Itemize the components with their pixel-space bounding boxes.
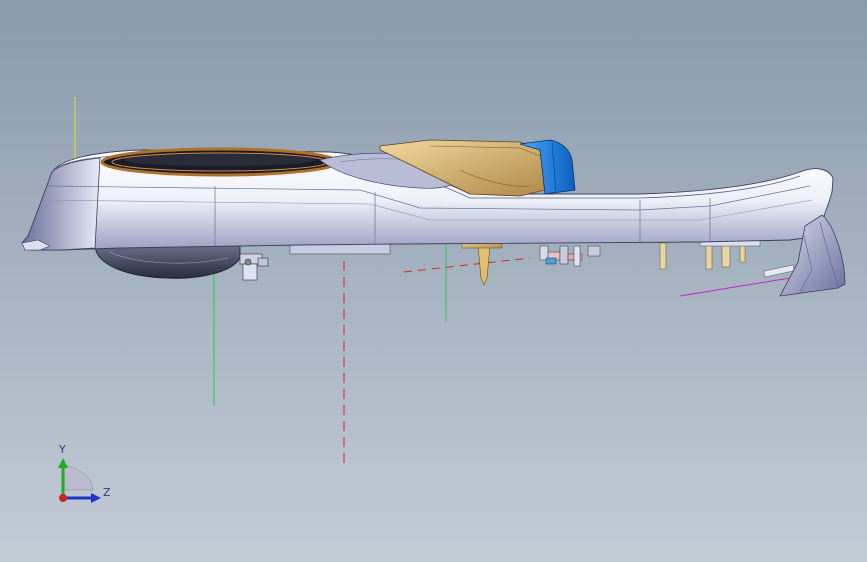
body-left-end xyxy=(21,157,101,251)
triad-y-label: Y xyxy=(59,443,66,456)
coordinate-triad xyxy=(58,458,101,503)
motor-housing xyxy=(94,244,241,279)
red-dashed-reference-line-diagonal xyxy=(403,257,531,273)
cad-viewport[interactable]: Y Z xyxy=(0,0,867,562)
triad-base-shape xyxy=(62,464,94,491)
cad-model-canvas[interactable] xyxy=(0,0,867,562)
triad-x-axis xyxy=(59,494,67,502)
magenta-reference-line xyxy=(679,277,791,297)
bottom-connector-left xyxy=(239,253,269,281)
triad-z-label: Z xyxy=(103,486,111,499)
right-underside-pins xyxy=(659,242,746,270)
underside-electronics xyxy=(539,245,601,267)
gold-pin xyxy=(477,244,491,286)
